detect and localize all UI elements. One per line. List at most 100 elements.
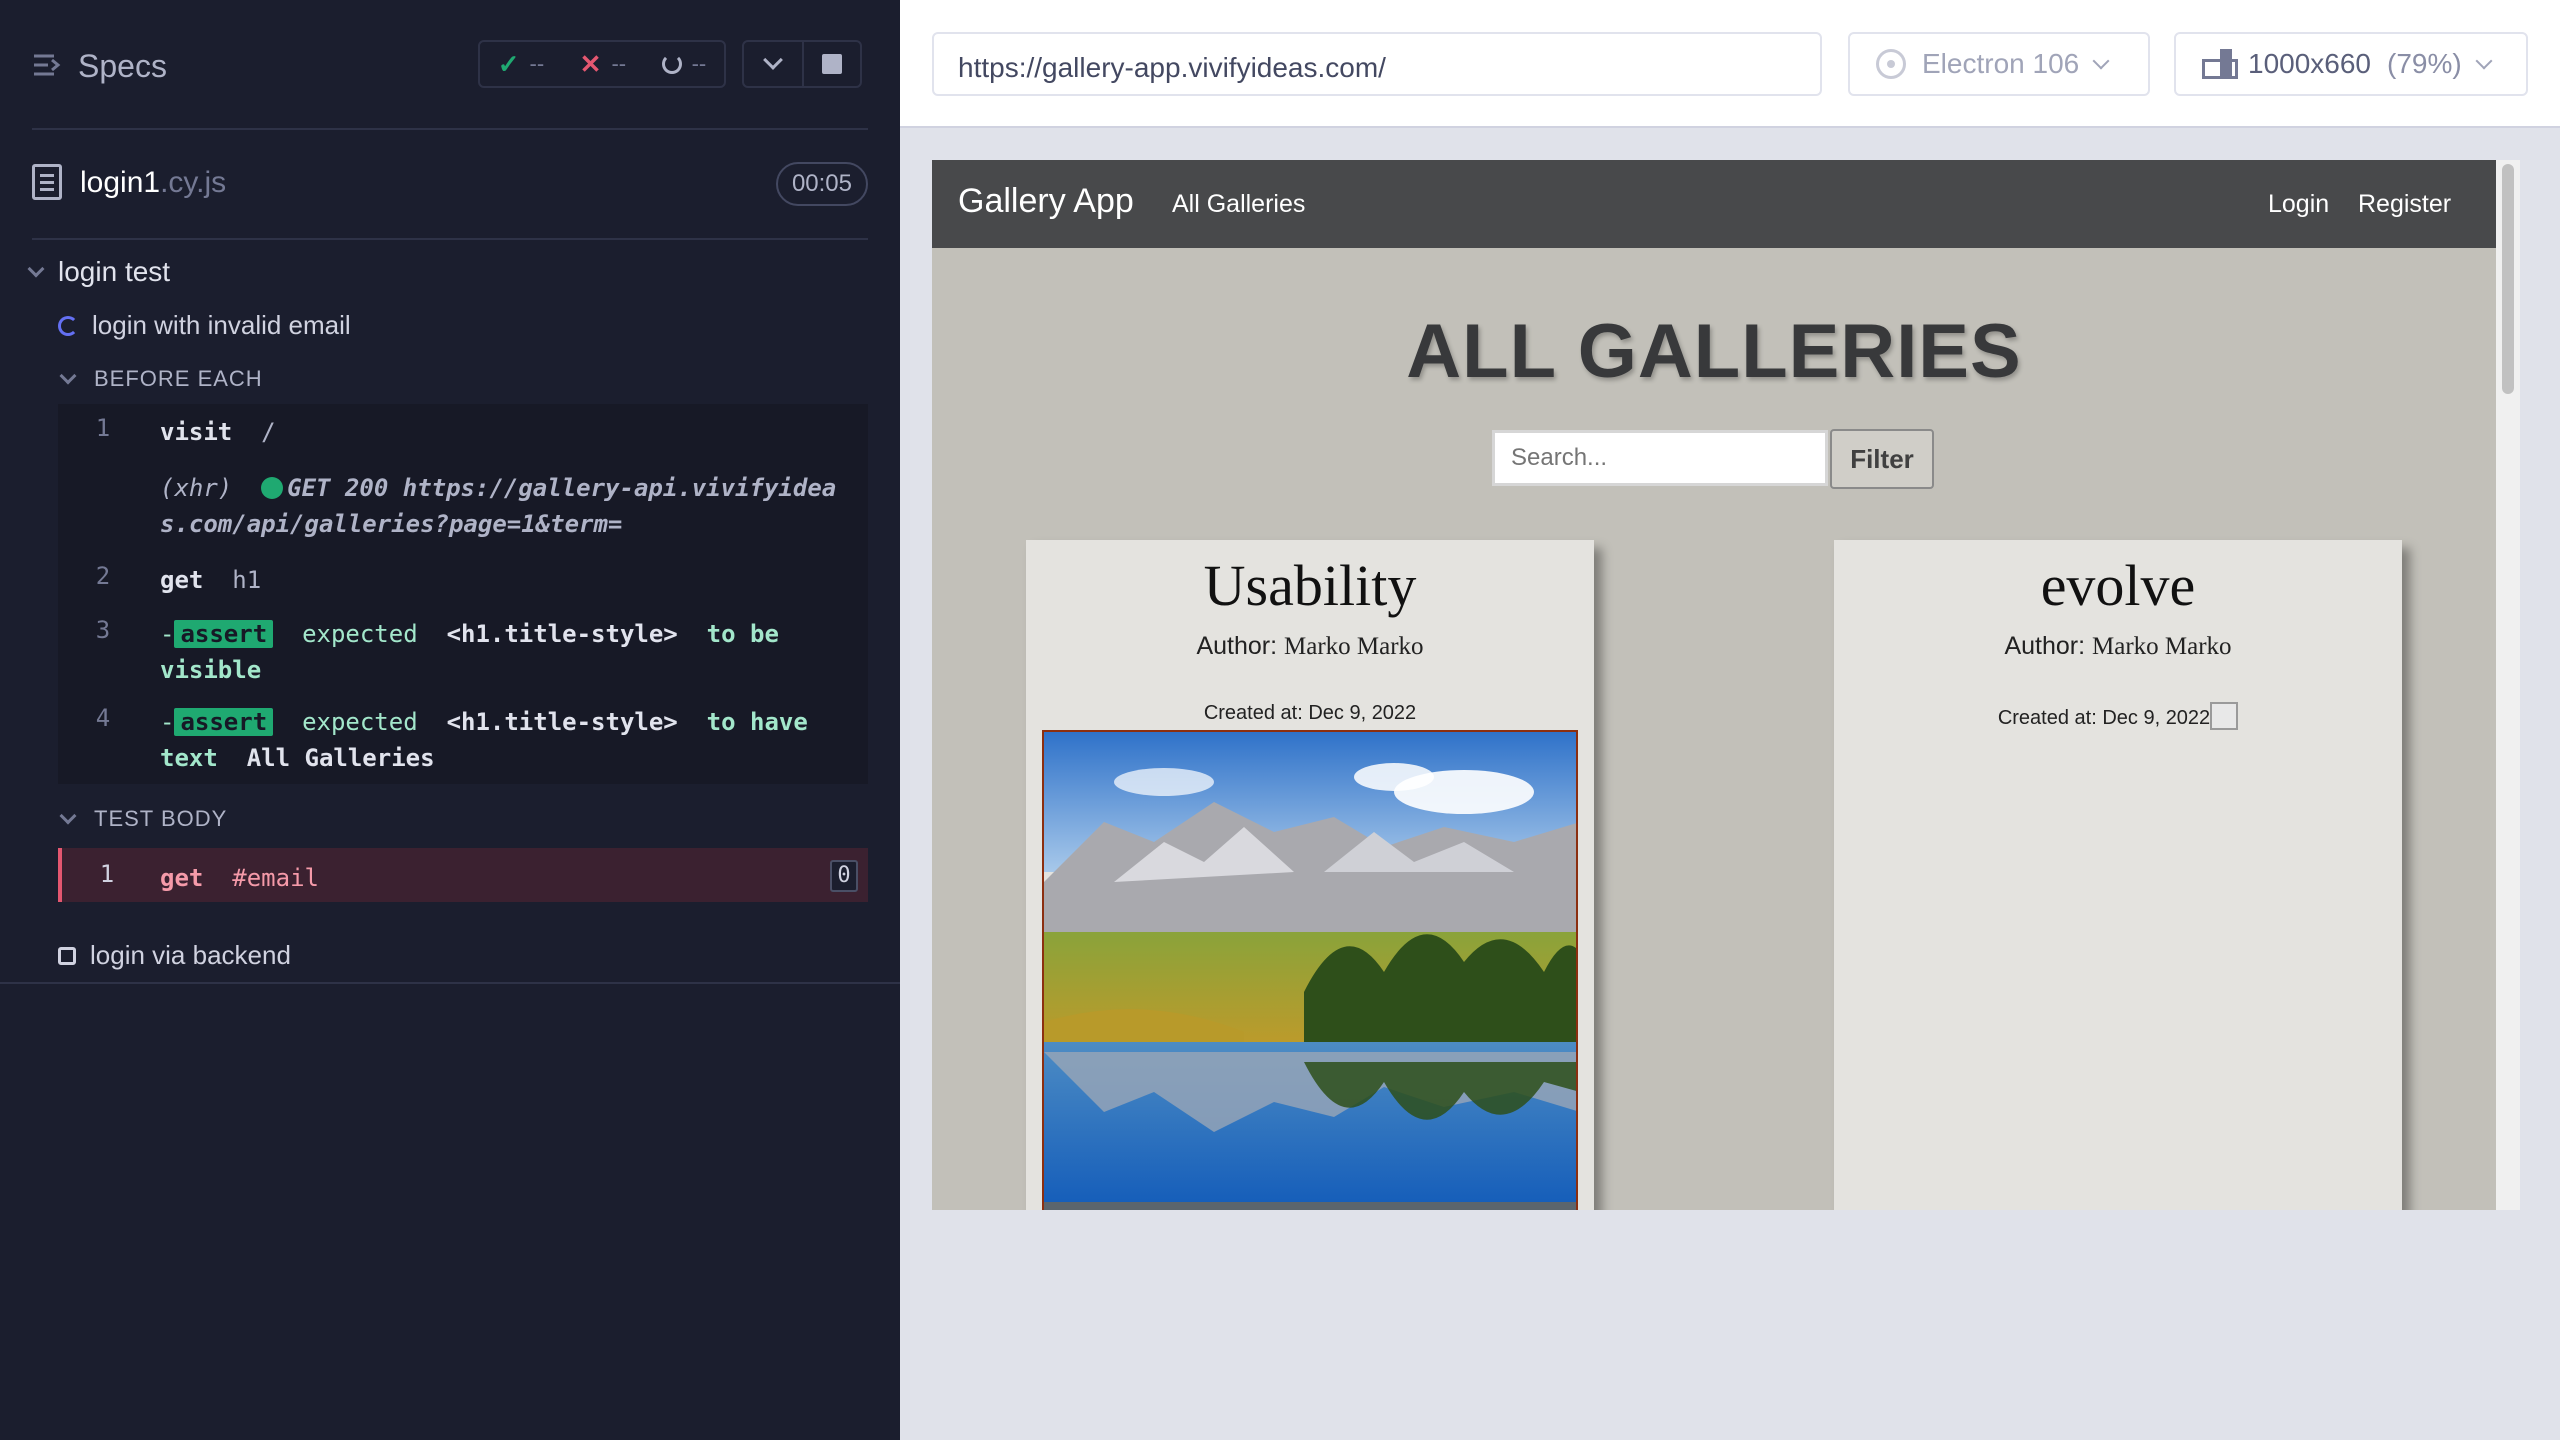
chevron-down-icon <box>59 807 77 825</box>
browser-selector[interactable]: Electron 106 <box>1848 32 2150 96</box>
command-message: / <box>261 418 276 446</box>
command-message: #email <box>232 864 319 892</box>
hook-before-each[interactable]: BEFORE EACH <box>59 366 263 392</box>
gallery-date: Created at: Dec 9, 2022 <box>1834 702 2402 730</box>
assert-tag: assert <box>174 620 274 648</box>
assert-text: expected <box>302 708 418 736</box>
running-spinner-icon <box>58 315 78 336</box>
author-label: Author: <box>1196 632 1278 660</box>
specs-list-icon[interactable] <box>32 50 62 80</box>
gallery-card: Usability Author: Marko Marko Created at… <box>1026 540 1594 1210</box>
suite-title[interactable]: login test <box>27 256 171 288</box>
stop-icon <box>822 54 842 74</box>
chevron-down-icon <box>763 50 783 70</box>
check-icon: ✓ <box>497 48 520 79</box>
nav-register[interactable]: Register <box>2358 190 2451 219</box>
command-row[interactable]: 2 get h1 <box>58 562 868 602</box>
collapse-all-button[interactable] <box>744 42 802 86</box>
command-number: 1 <box>95 414 111 442</box>
spec-name: login1 <box>80 166 161 199</box>
test-label: login with invalid email <box>92 310 351 340</box>
aut-iframe: Gallery App All Galleries Login Register… <box>932 160 2520 1210</box>
stop-button[interactable] <box>802 42 860 86</box>
gallery-author: Author: Marko Marko <box>1026 632 1594 661</box>
runner-controls <box>742 40 862 88</box>
xhr-command-row[interactable]: (xhr) GET 200 https://gallery-api.vivify… <box>58 470 868 546</box>
author-label: Author: <box>2004 632 2086 660</box>
viewport-selector[interactable]: 1000x660 (79%) <box>2174 32 2528 96</box>
pending-test-icon <box>58 946 76 965</box>
hook-label: TEST BODY <box>94 806 228 831</box>
gallery-date: Created at: Dec 9, 2022 <box>1026 702 1594 725</box>
passed-stat: ✓ -- <box>498 49 544 80</box>
x-icon: ✕ <box>579 48 602 79</box>
command-name: get <box>160 566 204 594</box>
landscape-image <box>1044 732 1576 1210</box>
gallery-title[interactable]: Usability <box>1026 552 1594 619</box>
xhr-label: (xhr) <box>160 474 233 502</box>
url-bar[interactable]: https://gallery-app.vivifyideas.com/ <box>932 32 1822 96</box>
gallery-author: Author: Marko Marko <box>1834 632 2402 661</box>
divider <box>32 238 868 240</box>
test-label: login via backend <box>90 940 291 970</box>
suite-label: login test <box>58 256 171 287</box>
pending-icon <box>661 54 682 74</box>
duration-badge: 00:05 <box>775 162 868 206</box>
document-icon <box>32 164 62 200</box>
divider <box>0 982 900 984</box>
chevron-down-icon <box>59 367 77 385</box>
passed-count: -- <box>529 51 545 76</box>
search-input[interactable] <box>1492 430 1828 486</box>
hook-test-body[interactable]: TEST BODY <box>59 806 228 832</box>
gallery-image[interactable] <box>1042 730 1578 1210</box>
reporter-header: Specs ✓ -- ✕ -- -- <box>0 0 900 130</box>
author-name[interactable]: Marko Marko <box>1284 633 1424 660</box>
scrollbar-thumb[interactable] <box>2502 164 2514 394</box>
aut-toolbar: https://gallery-app.vivifyideas.com/ Ele… <box>900 0 2560 128</box>
nav-login[interactable]: Login <box>2268 190 2329 219</box>
viewport-icon <box>2202 49 2238 79</box>
gallery-title[interactable]: evolve <box>1834 552 2402 619</box>
aut-scrollbar[interactable] <box>2496 160 2520 1210</box>
spec-file-name[interactable]: login1.cy.js <box>80 166 226 200</box>
assert-text: expected <box>302 620 418 648</box>
created-value: Dec 9, 2022 <box>1308 702 1417 724</box>
test-login-invalid-email[interactable]: login with invalid email <box>58 310 351 341</box>
test-login-via-backend[interactable]: login via backend <box>58 940 291 971</box>
command-number: 1 <box>99 860 115 888</box>
author-name[interactable]: Marko Marko <box>2092 633 2232 660</box>
nav-all-galleries[interactable]: All Galleries <box>1172 190 1305 219</box>
created-value: Dec 9, 2022 <box>2102 707 2211 729</box>
status-dot-icon <box>261 477 284 499</box>
created-label: Created at: <box>1203 702 1303 724</box>
filter-button[interactable]: Filter <box>1830 429 1934 489</box>
pending-stat: -- <box>661 51 706 77</box>
command-name: get <box>160 864 204 892</box>
command-name: visit <box>160 418 233 446</box>
electron-icon <box>1876 49 1906 79</box>
chevron-down-icon <box>27 260 45 278</box>
created-label: Created at: <box>1997 707 2097 729</box>
broken-image-icon[interactable] <box>2210 702 2239 730</box>
assert-row[interactable]: 3 - assert expected <h1.title-style> to b… <box>58 616 868 692</box>
assert-row[interactable]: 4 - assert expected <h1.title-style> to h… <box>58 704 868 780</box>
specs-label[interactable]: Specs <box>78 48 167 85</box>
command-row: 1 get #email <box>62 860 872 896</box>
browser-label: Electron 106 <box>1922 48 2080 79</box>
command-row[interactable]: 1 visit / <box>58 414 868 454</box>
active-command-row[interactable]: 1 get #email 0 <box>58 848 868 902</box>
reporter-panel: Specs ✓ -- ✕ -- -- login1.cy.js 00:05 lo… <box>0 0 900 1440</box>
gallery-card: evolve Author: Marko Marko Created at: D… <box>1834 540 2402 1210</box>
assert-selector: <h1.title-style> <box>446 708 678 736</box>
divider <box>32 128 868 130</box>
assert-tag: assert <box>174 708 274 736</box>
app-navbar: Gallery App All Galleries Login Register <box>932 160 2496 248</box>
command-number: 4 <box>95 704 111 732</box>
hook-label: BEFORE EACH <box>94 366 263 391</box>
spec-file-row: login1.cy.js 00:05 <box>32 160 868 206</box>
brand-link[interactable]: Gallery App <box>958 182 1134 221</box>
element-count-badge: 0 <box>830 860 858 892</box>
viewport-size: 1000x660 <box>2248 48 2372 79</box>
test-stats: ✓ -- ✕ -- -- <box>478 40 726 88</box>
failed-stat: ✕ -- <box>580 49 626 80</box>
